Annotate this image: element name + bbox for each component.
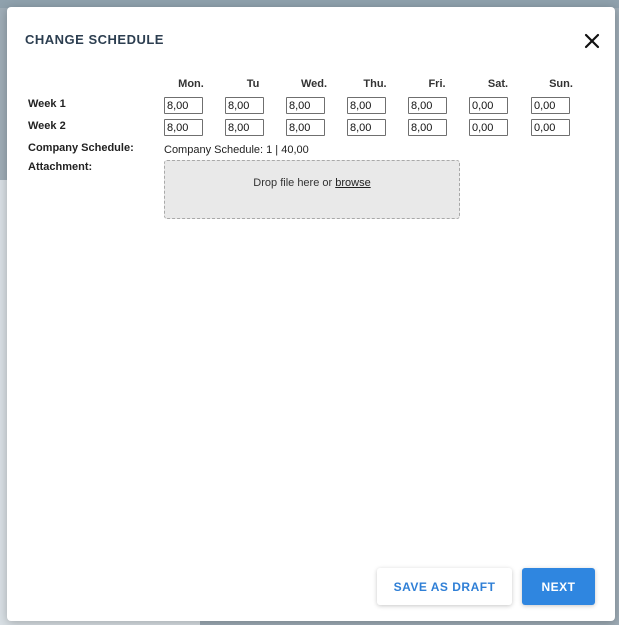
file-dropzone[interactable]: Drop file here or browse xyxy=(164,160,460,219)
week-2-sun-input[interactable] xyxy=(531,119,570,136)
week-2-sat-input[interactable] xyxy=(469,119,508,136)
week-2-mon-input[interactable] xyxy=(164,119,203,136)
week-2-label: Week 2 xyxy=(28,120,66,132)
day-header-sun: Sun. xyxy=(549,78,573,90)
dropzone-text: Drop file here or xyxy=(253,177,336,189)
close-icon xyxy=(584,33,600,49)
week-2-wed-input[interactable] xyxy=(286,119,325,136)
day-header-thu: Thu. xyxy=(363,78,387,90)
week-1-mon-input[interactable] xyxy=(164,97,203,114)
week-1-thu-input[interactable] xyxy=(347,97,386,114)
week-1-wed-input[interactable] xyxy=(286,97,325,114)
week-2-tue-input[interactable] xyxy=(225,119,264,136)
next-button[interactable]: NEXT xyxy=(522,568,595,605)
dialog-title: CHANGE SCHEDULE xyxy=(25,32,164,47)
attachment-label: Attachment: xyxy=(28,161,93,173)
day-header-tue: Tu xyxy=(246,78,260,90)
week-1-fri-input[interactable] xyxy=(408,97,447,114)
week-1-sat-input[interactable] xyxy=(469,97,508,114)
company-schedule-value: Company Schedule: 1 | 40,00 xyxy=(164,144,309,156)
day-header-mon: Mon. xyxy=(178,78,204,90)
week-2-fri-input[interactable] xyxy=(408,119,447,136)
company-schedule-label: Company Schedule: xyxy=(28,142,134,154)
close-button[interactable] xyxy=(581,30,603,52)
week-1-label: Week 1 xyxy=(28,98,66,110)
week-1-sun-input[interactable] xyxy=(531,97,570,114)
change-schedule-dialog: CHANGE SCHEDULE Mon. Tu Wed. Thu. Fri. S… xyxy=(7,7,615,621)
save-as-draft-button[interactable]: SAVE AS DRAFT xyxy=(377,568,512,605)
day-header-sat: Sat. xyxy=(487,78,509,90)
week-1-tue-input[interactable] xyxy=(225,97,264,114)
week-2-thu-input[interactable] xyxy=(347,119,386,136)
day-header-wed: Wed. xyxy=(300,78,328,90)
day-header-fri: Fri. xyxy=(428,78,446,90)
browse-link[interactable]: browse xyxy=(335,177,370,189)
